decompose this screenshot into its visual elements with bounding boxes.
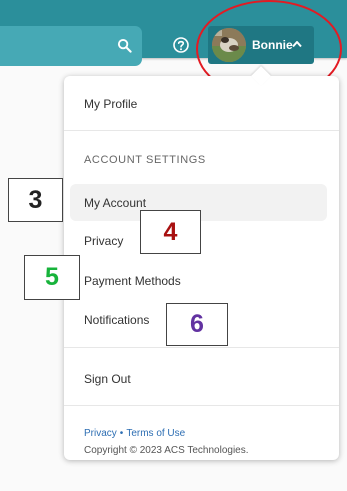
copyright-text: Copyright © 2023 ACS Technologies.	[84, 445, 249, 456]
footer-links: Privacy • Terms of Use	[84, 427, 185, 440]
annotation-number-4: 4	[140, 210, 201, 254]
menu-divider	[64, 347, 339, 348]
search-icon[interactable]	[117, 38, 132, 53]
annotation-number-5: 5	[24, 255, 80, 300]
terms-of-use-link[interactable]: Terms of Use	[126, 428, 185, 439]
annotation-number-6: 6	[166, 303, 228, 346]
account-settings-header: ACCOUNT SETTINGS	[84, 154, 206, 166]
menu-item-privacy[interactable]: Privacy	[84, 233, 123, 249]
menu-divider	[64, 405, 339, 406]
menu-item-my-account[interactable]: My Account	[84, 195, 146, 211]
footer-separator: •	[119, 428, 124, 439]
help-icon[interactable]	[172, 36, 190, 54]
privacy-link[interactable]: Privacy	[84, 428, 117, 439]
menu-item-payment-methods[interactable]: Payment Methods	[84, 273, 181, 289]
menu-item-my-profile[interactable]: My Profile	[84, 96, 137, 112]
user-dropdown-menu	[64, 76, 339, 460]
menu-item-notifications[interactable]: Notifications	[84, 312, 149, 328]
annotation-number-3: 3	[8, 178, 63, 222]
menu-divider	[64, 130, 339, 131]
menu-item-sign-out[interactable]: Sign Out	[84, 371, 131, 387]
